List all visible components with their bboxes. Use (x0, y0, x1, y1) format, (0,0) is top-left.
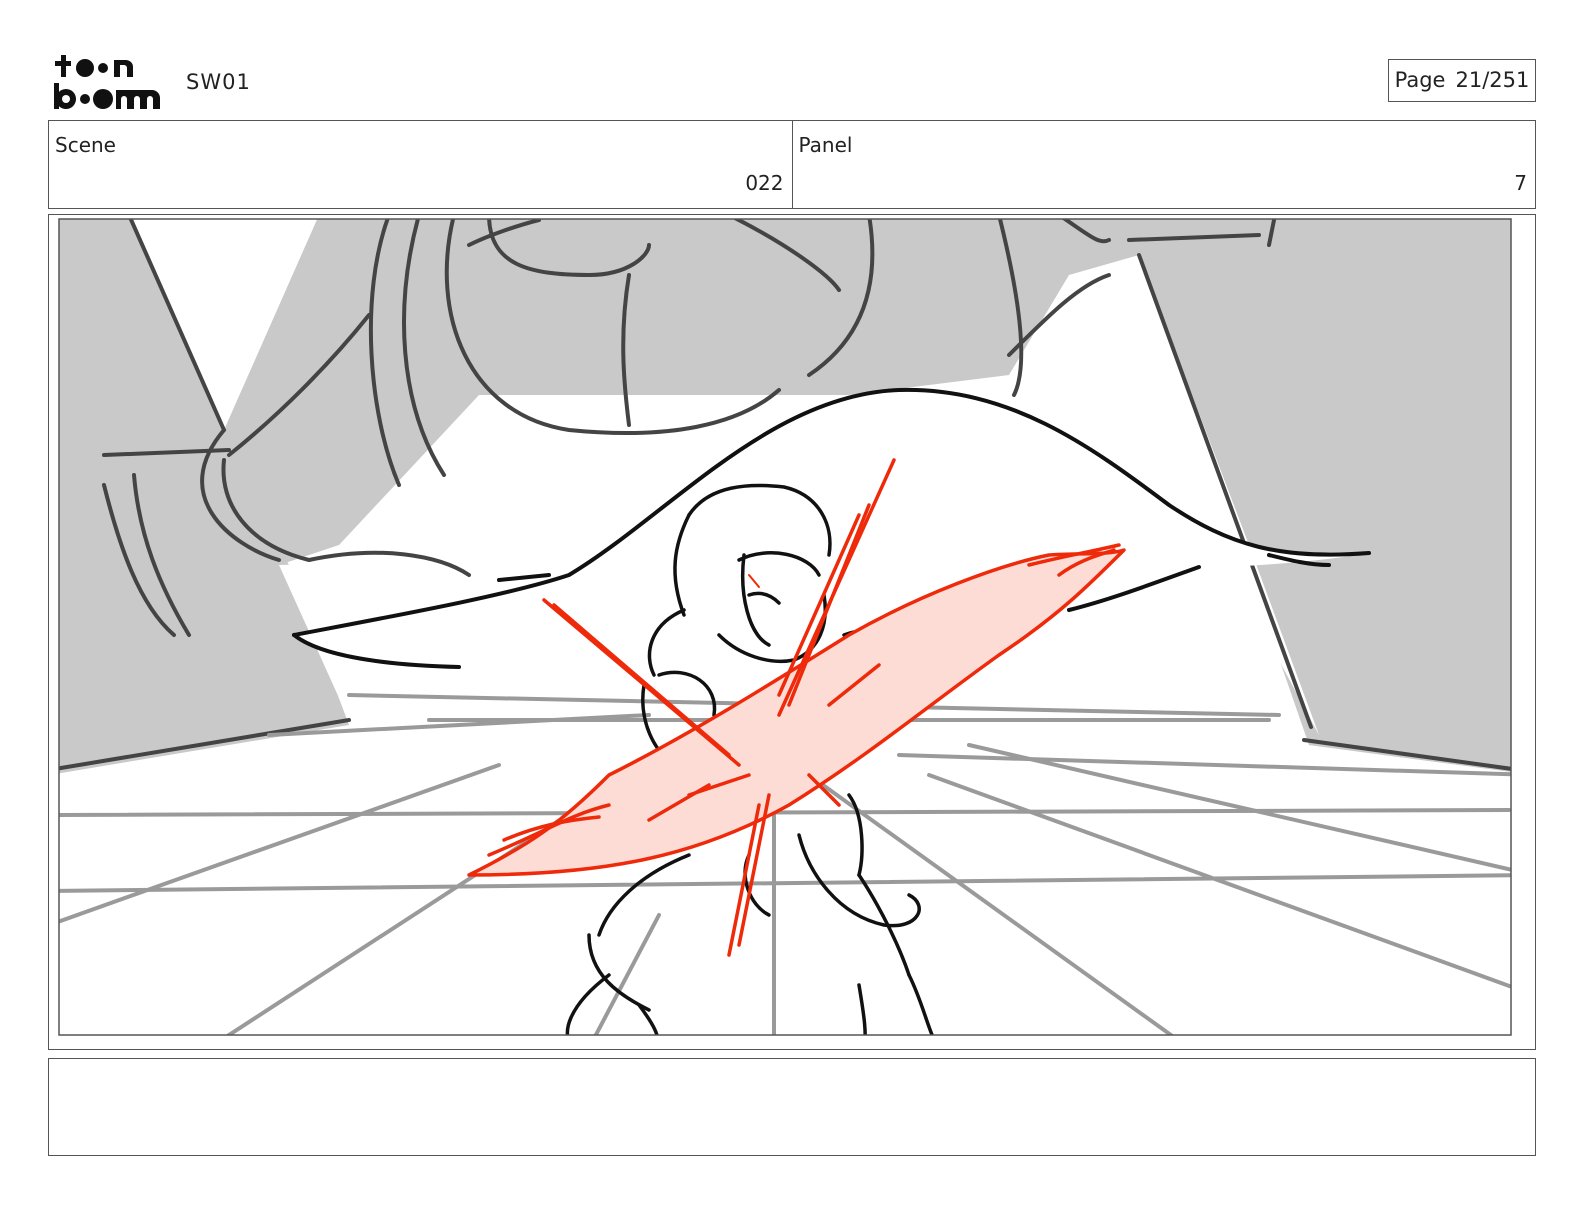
project-name: SW01 (186, 70, 251, 94)
panel-cell: Panel 7 (791, 121, 1536, 208)
storyboard-sketch (58, 218, 1512, 1036)
scene-panel-info: Scene 022 Panel 7 (48, 120, 1536, 209)
storyboard-panel (48, 214, 1536, 1050)
panel-label: Panel (798, 133, 853, 157)
page-label: Page (1394, 68, 1446, 92)
page-number: 21/251 (1455, 68, 1530, 92)
scene-number: 022 (745, 171, 784, 195)
page-indicator: Page 21/251 (1388, 59, 1536, 102)
panel-notes-box[interactable] (48, 1058, 1536, 1156)
toon-boom-logo (52, 52, 164, 112)
scene-cell: Scene 022 (49, 121, 792, 208)
panel-number: 7 (1514, 171, 1527, 195)
scene-label: Scene (55, 133, 116, 157)
